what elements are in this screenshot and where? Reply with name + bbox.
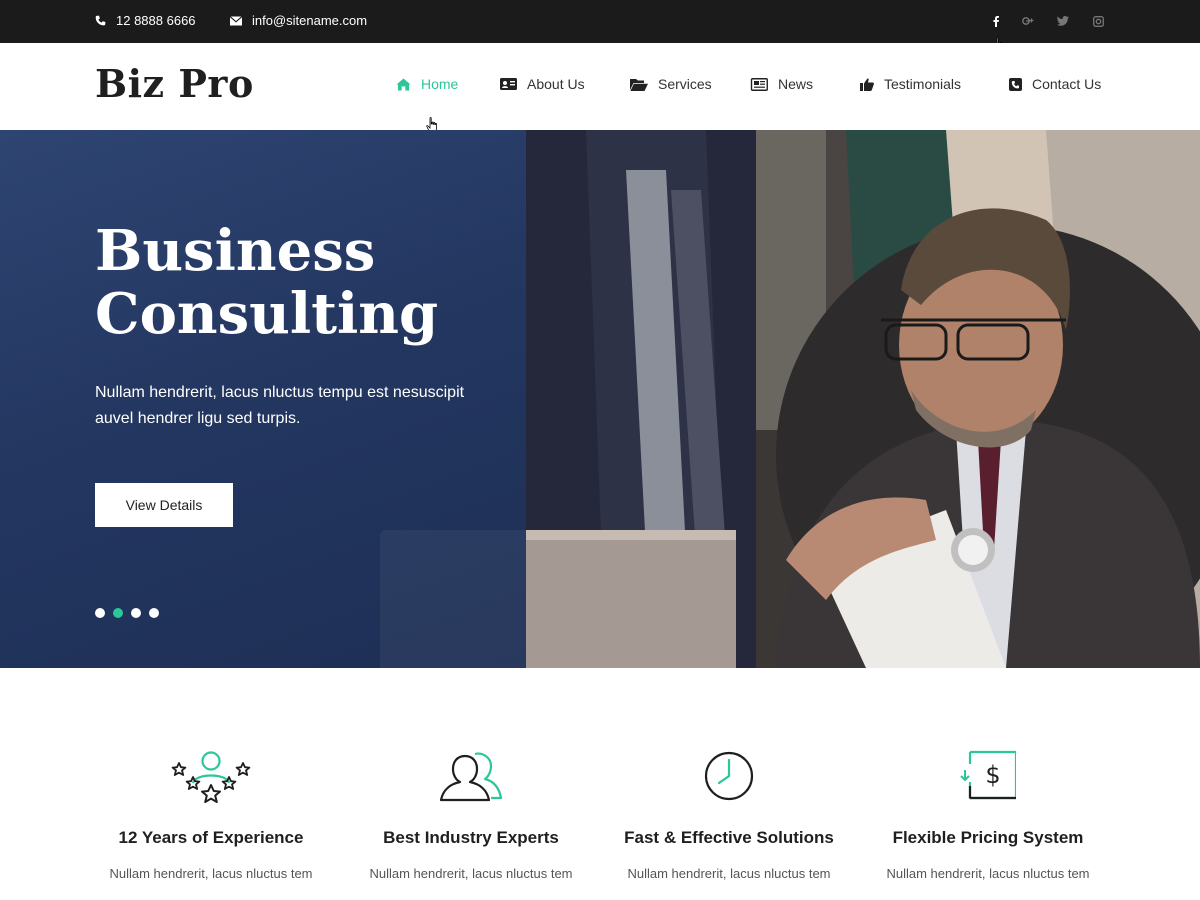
email-contact: info@sitename.com (230, 13, 367, 28)
svg-text:$: $ (985, 761, 1000, 789)
hero-title-line-2: Consulting (95, 281, 439, 347)
slider-pagination (95, 608, 159, 618)
phone-number: 12 8888 6666 (116, 13, 196, 28)
nav-item-label: Home (421, 76, 459, 92)
feature-text: Nullam hendrerit, lacus nluctus tem (627, 866, 831, 881)
feature-title: Fast & Effective Solutions (624, 828, 834, 847)
feature-pricing: $ Flexible Pricing System Nullam hendrer… (863, 748, 1113, 881)
hero-description: Nullam hendrerit, lacus nluctus tempu es… (95, 384, 465, 427)
phone-icon (95, 15, 106, 26)
hero-slider: Business Consulting Nullam hendrerit, la… (0, 130, 1200, 668)
nav-item-label: About Us (527, 76, 585, 92)
feature-solutions: Fast & Effective Solutions Nullam hendre… (604, 748, 854, 881)
slider-dot-2[interactable] (113, 608, 123, 618)
feature-title: 12 Years of Experience (118, 828, 304, 847)
feature-title: Flexible Pricing System (892, 828, 1084, 847)
google-plus-icon[interactable] (999, 12, 1034, 30)
nav-item-label: Contact Us (1032, 76, 1102, 92)
email-address: info@sitename.com (252, 13, 368, 28)
feature-text: Nullam hendrerit, lacus nluctus tem (886, 866, 1090, 881)
site-header: Biz Pro Home About Us Services News Test… (0, 43, 1200, 133)
clock-icon (704, 751, 754, 801)
home-icon (396, 77, 411, 91)
id-card-icon (500, 78, 517, 90)
hero-panel-overlay-shape (380, 530, 526, 668)
phone-square-icon (1009, 77, 1022, 91)
newspaper-icon (750, 77, 768, 91)
nav-item-news[interactable]: News (750, 76, 813, 92)
phone-contact: 12 8888 6666 (95, 13, 196, 28)
users-icon (439, 752, 503, 802)
hero-photo-illustration (526, 130, 1200, 668)
twitter-icon[interactable] (1034, 12, 1069, 30)
nav-item-testimonials[interactable]: Testimonials (860, 76, 961, 92)
thumbs-up-icon (860, 77, 874, 91)
feature-text: Nullam hendrerit, lacus nluctus tem (369, 866, 573, 881)
view-details-button[interactable]: View Details (95, 483, 233, 527)
features-section: 12 Years of Experience Nullam hendrerit,… (0, 668, 1200, 900)
feature-experience: 12 Years of Experience Nullam hendrerit,… (86, 748, 336, 881)
nav-item-label: Services (658, 76, 712, 92)
main-nav: Home About Us Services News Testimonials… (0, 76, 1200, 98)
feature-experts: Best Industry Experts Nullam hendrerit, … (346, 748, 596, 881)
nav-item-home[interactable]: Home (396, 76, 458, 92)
hero-title-line-1: Business (95, 218, 376, 284)
facebook-icon[interactable] (964, 12, 999, 30)
social-links (964, 12, 1104, 30)
folder-open-icon (630, 78, 648, 91)
feature-text: Nullam hendrerit, lacus nluctus tem (109, 866, 313, 881)
slider-dot-3[interactable] (131, 608, 141, 618)
dollar-icon: $ (960, 750, 1016, 800)
slider-dot-1[interactable] (95, 608, 105, 618)
nav-item-label: Testimonials (884, 76, 962, 92)
envelope-icon (230, 15, 242, 25)
hero-title: Business Consulting (95, 220, 515, 346)
hero-photo-business-meeting (526, 130, 1200, 668)
nav-item-about-us[interactable]: About Us (500, 76, 585, 92)
nav-item-contact-us[interactable]: Contact Us (1009, 76, 1101, 92)
slider-dot-4[interactable] (149, 608, 159, 618)
nav-item-services[interactable]: Services (630, 76, 712, 92)
feature-title: Best Industry Experts (383, 828, 559, 847)
nav-item-label: News (778, 76, 814, 92)
user-stars-icon (171, 751, 251, 803)
instagram-icon[interactable] (1069, 12, 1104, 30)
top-bar: 12 8888 6666 info@sitename.com (0, 0, 1200, 53)
